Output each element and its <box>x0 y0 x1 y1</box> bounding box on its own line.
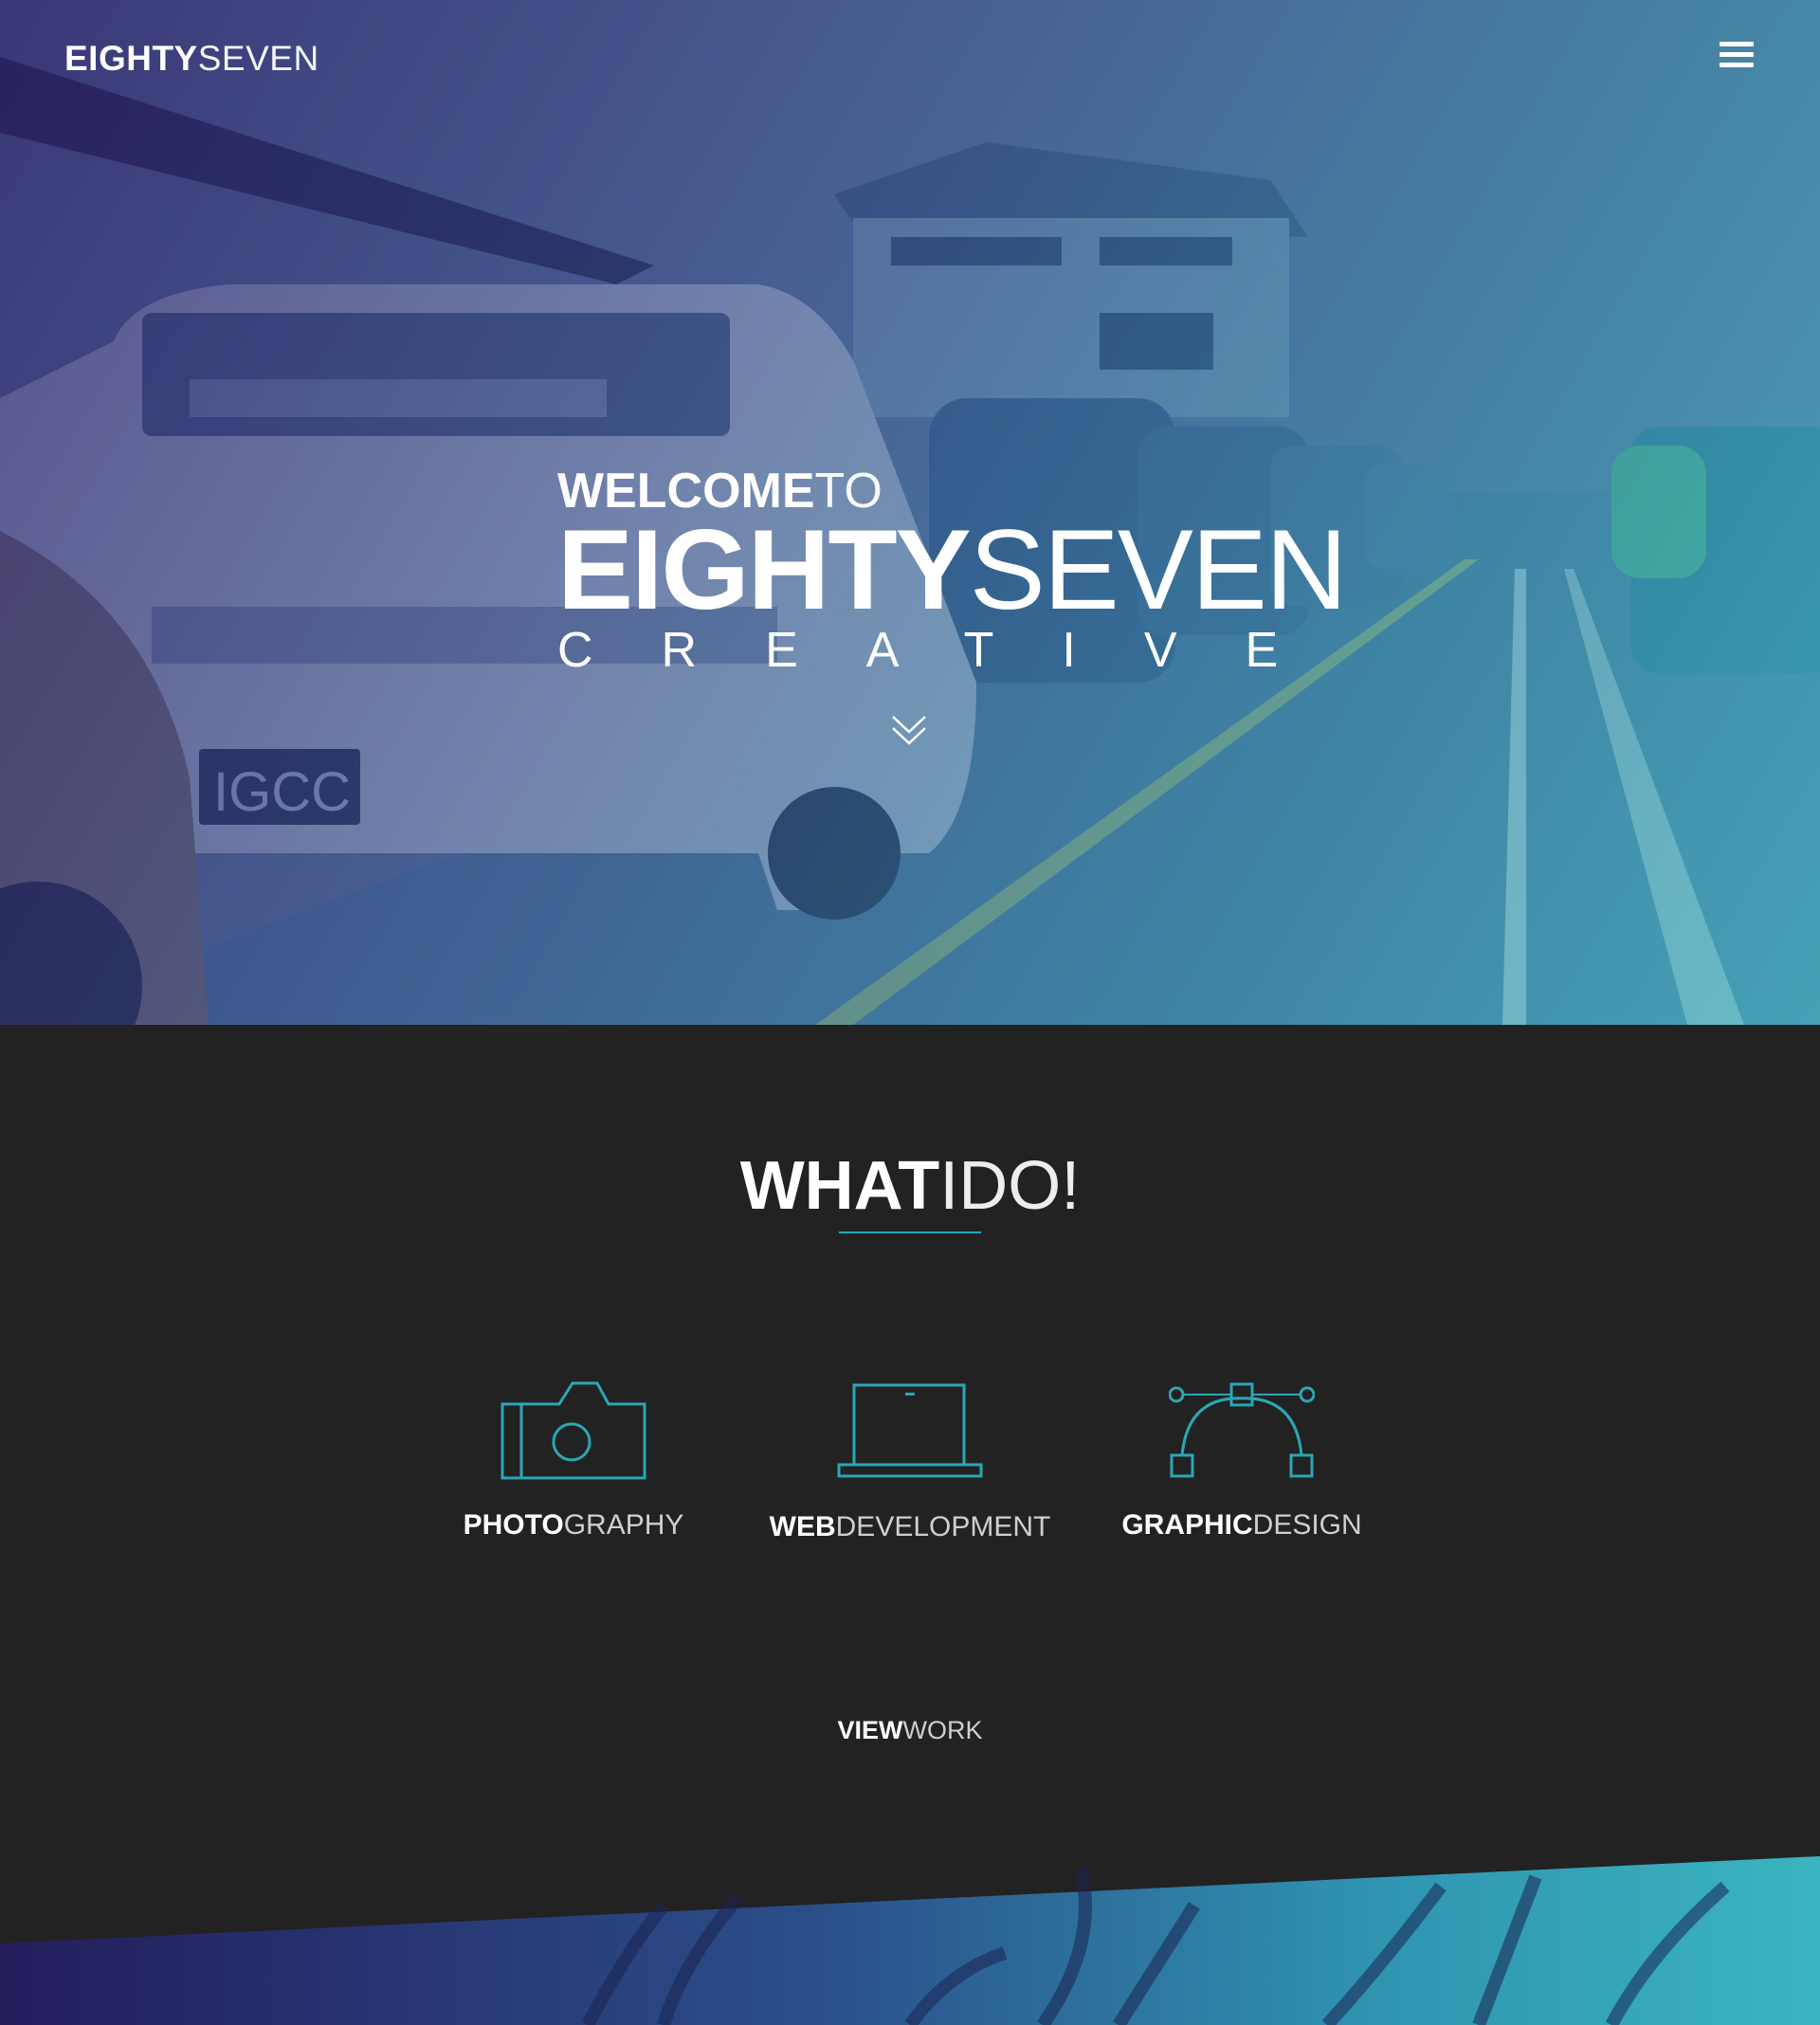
hamburger-menu-icon[interactable] <box>1720 42 1754 70</box>
service-graphic-bold: GRAPHIC <box>1121 1509 1253 1541</box>
hero-brand-line: EIGHTYSEVEN <box>557 513 1348 627</box>
service-web-light: DEVELOPMENT <box>835 1511 1051 1542</box>
title-underline <box>839 1231 981 1233</box>
service-web-development[interactable]: WEBDEVELOPMENT <box>768 1376 1052 1544</box>
services-title-light: IDO! <box>939 1148 1081 1224</box>
service-photography-light: GRAPHY <box>563 1509 684 1541</box>
hero-section: IGCC EIGHTYSEVEN WELCOMETO EIGHTYSEVEN C… <box>0 0 1820 1025</box>
view-work-link[interactable]: VIEWWORK <box>0 1715 1820 1745</box>
bezier-curve-icon <box>1100 1376 1384 1480</box>
service-web-label: WEBDEVELOPMENT <box>768 1510 1052 1544</box>
hero-brand-light: SEVEN <box>969 506 1348 633</box>
service-web-bold: WEB <box>769 1511 836 1542</box>
hero-tagline: CREATIVE <box>557 623 1347 678</box>
service-photography-bold: PHOTO <box>463 1509 564 1541</box>
logo-bold: EIGHTY <box>64 39 198 78</box>
hero-welcome-light: TO <box>814 464 883 519</box>
next-section-preview <box>0 1849 1820 2025</box>
hero-heading: WELCOMETO EIGHTYSEVEN CREATIVE <box>557 464 1348 678</box>
view-work-light: WORK <box>902 1716 983 1744</box>
service-photography[interactable]: PHOTOGRAPHY <box>431 1376 716 1542</box>
service-graphic-label: GRAPHICDESIGN <box>1100 1508 1384 1542</box>
logo-light: SEVEN <box>197 39 319 78</box>
camera-icon <box>431 1376 716 1480</box>
double-chevron-down-icon[interactable] <box>891 711 927 747</box>
services-title-bold: WHAT <box>739 1148 940 1224</box>
view-work-bold: VIEW <box>837 1716 903 1744</box>
laptop-icon <box>768 1376 1052 1480</box>
hero-brand-bold: EIGHTY <box>557 506 972 633</box>
site-logo[interactable]: EIGHTYSEVEN <box>64 38 319 80</box>
services-title: WHATIDO! <box>0 1148 1820 1224</box>
service-graphic-light: DESIGN <box>1252 1509 1362 1541</box>
service-photography-label: PHOTOGRAPHY <box>431 1508 716 1542</box>
service-graphic-design[interactable]: GRAPHICDESIGN <box>1100 1376 1384 1542</box>
